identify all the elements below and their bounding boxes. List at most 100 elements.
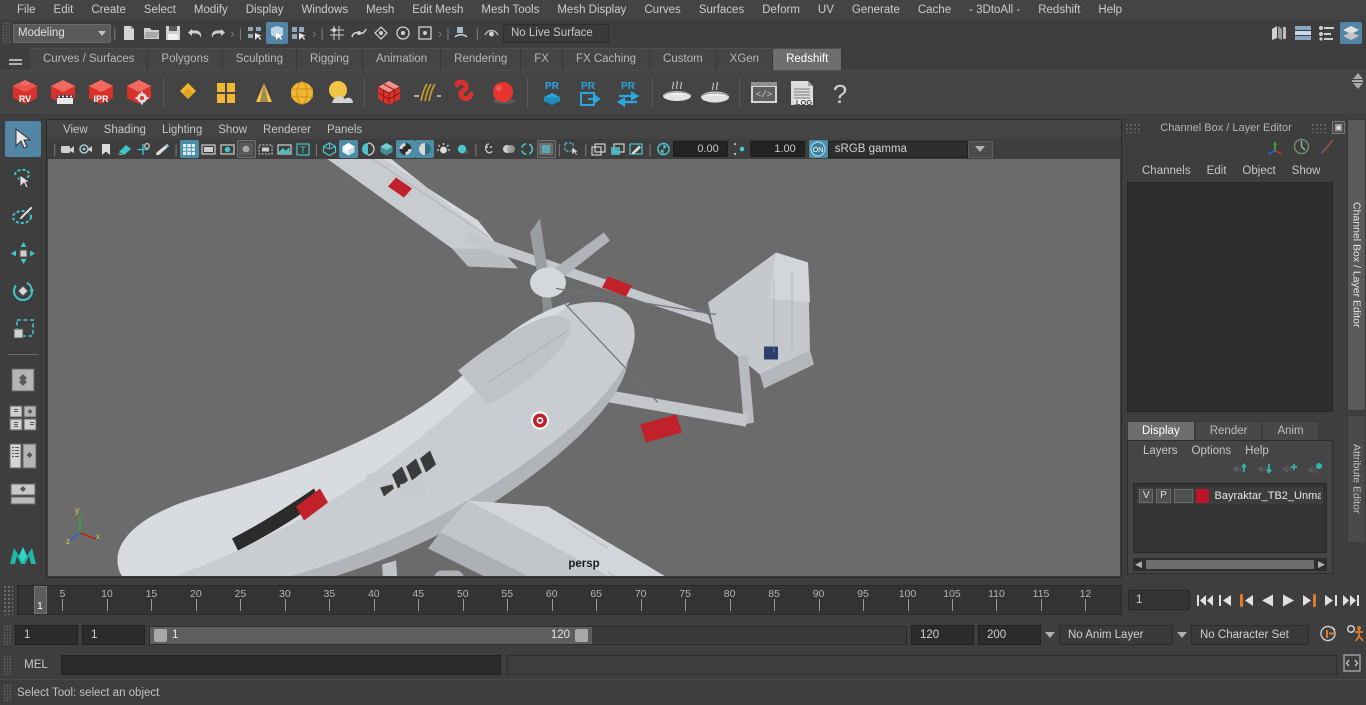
side-tab-attribute-editor[interactable]: Attribute Editor: [1347, 415, 1366, 543]
viewport-menu-panels[interactable]: Panels: [319, 123, 370, 137]
command-input[interactable]: [61, 654, 501, 675]
time-slider-grip[interactable]: [3, 585, 13, 615]
proxy-export-icon[interactable]: PR: [533, 74, 571, 112]
layer-tab-render[interactable]: Render: [1194, 421, 1263, 440]
tilt-slash-icon[interactable]: [1319, 138, 1336, 158]
previous-key-icon[interactable]: [1238, 591, 1255, 610]
lasso-tool-button[interactable]: [5, 159, 41, 195]
current-frame-field[interactable]: 1: [1128, 590, 1190, 610]
character-set-chevron-down-icon[interactable]: [1177, 632, 1187, 638]
bake-plain-icon[interactable]: [696, 74, 734, 112]
four-view-layout-button[interactable]: [5, 400, 41, 436]
shelf-tab-curves-surfaces[interactable]: Curves / Surfaces: [30, 48, 149, 70]
polygon-cube-icon[interactable]: [207, 74, 245, 112]
viewport-3d-view[interactable]: persp y x z: [48, 159, 1120, 576]
menu-3dtoall[interactable]: - 3DtoAll -: [960, 1, 1029, 20]
scale-tool-button[interactable]: [5, 311, 41, 347]
step-forward-icon[interactable]: [1322, 591, 1339, 610]
channelbox-menu-edit[interactable]: Edit: [1199, 164, 1235, 178]
panel-single-icon[interactable]: [589, 140, 608, 158]
resolution-gate-icon[interactable]: [218, 140, 237, 158]
scrollbar-thumb[interactable]: [1146, 560, 1314, 569]
light-toggle-icon[interactable]: [434, 140, 453, 158]
redshift-render-settings-icon[interactable]: [120, 74, 158, 112]
shelf-tab-xgen[interactable]: XGen: [716, 48, 774, 70]
play-forwards-icon[interactable]: [1280, 591, 1297, 610]
range-left-handle[interactable]: [154, 628, 167, 642]
viewport-background-icon[interactable]: [536, 140, 556, 158]
menu-redshift[interactable]: Redshift: [1029, 1, 1089, 20]
layer-row[interactable]: V P Bayraktar_TB2_Unmann: [1137, 487, 1323, 504]
menu-mesh[interactable]: Mesh: [357, 1, 403, 20]
isolate-select-icon[interactable]: [563, 140, 582, 158]
redshift-proxy-cube-icon[interactable]: [370, 74, 408, 112]
grid-toggle-icon[interactable]: [179, 140, 199, 158]
menu-create[interactable]: Create: [82, 1, 135, 20]
move-layer-up-icon[interactable]: [1231, 462, 1247, 478]
menu-mesh-display[interactable]: Mesh Display: [548, 1, 635, 20]
playback-end-time-field[interactable]: 120: [911, 625, 974, 645]
shelf-tab-animation[interactable]: Animation: [363, 48, 442, 70]
shelf-scroll-up-icon[interactable]: [1352, 73, 1363, 79]
range-slider-grip[interactable]: [3, 625, 11, 645]
text-overlay-icon[interactable]: T: [294, 140, 313, 158]
current-time-indicator[interactable]: 1: [34, 586, 47, 614]
anti-alias-icon[interactable]: [518, 140, 537, 158]
menu-edit[interactable]: Edit: [45, 1, 83, 20]
exposure-icon[interactable]: [256, 140, 275, 158]
snap-to-point-icon[interactable]: [370, 22, 392, 44]
layer-tab-display[interactable]: Display: [1127, 421, 1195, 440]
menu-display[interactable]: Display: [237, 1, 293, 20]
panel-grip-right[interactable]: [1311, 122, 1327, 133]
smooth-shade-all-icon[interactable]: [339, 140, 359, 158]
viewport-menu-show[interactable]: Show: [210, 123, 255, 137]
open-scene-icon[interactable]: [140, 22, 162, 44]
show-layer-editor-icon[interactable]: [1340, 22, 1362, 44]
construction-history-icon[interactable]: [452, 22, 474, 44]
play-backwards-icon[interactable]: [1259, 591, 1276, 610]
script-editor-icon[interactable]: [1343, 654, 1361, 675]
proxy-create-icon[interactable]: PR: [571, 74, 609, 112]
manipulator-axis-icon[interactable]: [1267, 138, 1284, 158]
exposure-gamma-icon[interactable]: [654, 140, 673, 158]
undo-icon[interactable]: [184, 22, 206, 44]
move-tool-button[interactable]: [5, 235, 41, 271]
menu-windows[interactable]: Windows: [292, 1, 357, 20]
redshift-ipr-icon[interactable]: IPR: [82, 74, 120, 112]
character-set-dropdown[interactable]: No Character Set: [1191, 625, 1309, 645]
help-question-icon[interactable]: ?: [821, 74, 859, 112]
depth-of-field-icon[interactable]: [499, 140, 518, 158]
time-slider-track[interactable]: 1 5 10 15 20 25 30 35 40 45 50 55 60 65 70 75 80 85 90 95 1…: [17, 585, 1122, 615]
channelbox-menu-show[interactable]: Show: [1284, 164, 1329, 178]
viewport-menu-renderer[interactable]: Renderer: [255, 123, 319, 137]
redo-icon[interactable]: [206, 22, 228, 44]
polygon-plane-icon[interactable]: [169, 74, 207, 112]
go-to-start-icon[interactable]: [1196, 591, 1213, 610]
command-language-label[interactable]: MEL: [17, 659, 55, 671]
redshift-volume-icon[interactable]: [446, 74, 484, 112]
shelf-tab-fx-caching[interactable]: FX Caching: [562, 48, 651, 70]
snap-to-projected-center-icon[interactable]: [392, 22, 414, 44]
shelf-tab-polygons[interactable]: Polygons: [148, 48, 223, 70]
gamma-field[interactable]: 1.00: [749, 141, 805, 157]
panel-copy-icon[interactable]: [608, 140, 627, 158]
film-gate-icon[interactable]: [199, 140, 218, 158]
shelf-tab-custom[interactable]: Custom: [650, 48, 717, 70]
menu-file[interactable]: File: [8, 1, 45, 20]
grease-pencil-icon[interactable]: [153, 140, 172, 158]
select-by-component-type-icon[interactable]: [288, 22, 310, 44]
menu-help[interactable]: Help: [1089, 1, 1131, 20]
menu-deform[interactable]: Deform: [753, 1, 809, 20]
script-window-icon[interactable]: </>: [745, 74, 783, 112]
polygon-cone-icon[interactable]: [245, 74, 283, 112]
color-profile-dropdown[interactable]: [967, 140, 993, 158]
step-back-icon[interactable]: [1217, 591, 1234, 610]
scroll-right-arrow-icon[interactable]: ▶: [1316, 559, 1327, 570]
shelf-scroll-down-icon[interactable]: [1352, 83, 1363, 89]
shelf-scroll-arrows[interactable]: [1352, 73, 1363, 89]
auto-key-icon[interactable]: [1319, 624, 1338, 646]
panel-tear-off-icon[interactable]: [627, 140, 646, 158]
playback-start-time-field[interactable]: 1: [82, 625, 145, 645]
select-by-object-type-icon[interactable]: [266, 22, 289, 44]
camera-attributes-icon[interactable]: [77, 140, 96, 158]
